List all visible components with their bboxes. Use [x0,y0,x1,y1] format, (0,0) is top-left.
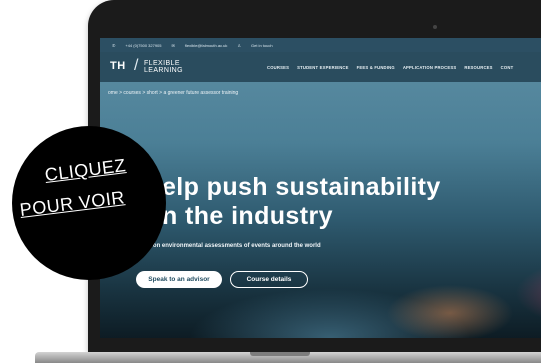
user-icon: ♙ [237,42,241,48]
nav-item-resources[interactable]: RESOURCES [464,65,492,70]
hero-headline-line-1: elp push sustainability [162,173,441,201]
laptop-notch [250,352,310,356]
nav-menu: COURSES STUDENT EXPERIENCE FEES & FUNDIN… [267,65,513,70]
logo-line-1: FLEXIBLE [144,60,180,67]
course-details-button[interactable]: Course details [230,271,308,288]
breadcrumb[interactable]: ome > courses > short > a greener future… [108,90,238,96]
hero-headline-line-2: n the industry [162,202,333,230]
logo-wordmark[interactable]: TH [110,60,126,72]
mail-icon: ✉ [171,42,175,48]
contact-bar: ✆ +44 (0)7500 327905 ✉ flexible@falmouth… [100,38,541,52]
nav-item-application-process[interactable]: APPLICATION PROCESS [403,65,457,70]
camera-icon [433,25,437,29]
logo-line-2: LEARNING [144,67,183,74]
logo-flexible-learning[interactable]: FLEXIBLE LEARNING [144,60,183,74]
speak-to-advisor-button[interactable]: Speak to an advisor [136,271,222,288]
nav-item-contact[interactable]: CONT [501,65,514,70]
nav-item-student-experience[interactable]: STUDENT EXPERIENCE [297,65,349,70]
hero-subtitle: Take on environmental assessments of eve… [138,243,321,249]
logo-slash: / [134,57,139,74]
phone-icon: ✆ [112,42,116,48]
nav-item-courses[interactable]: COURSES [267,65,289,70]
get-in-touch-link[interactable]: Get in touch [251,43,273,48]
phone-number[interactable]: +44 (0)7500 327905 [125,43,161,48]
hero-headline: elp push sustainability n the industry [162,173,441,231]
main-navigation: TH / FLEXIBLE LEARNING COURSES STUDENT E… [100,52,541,82]
email-link[interactable]: flexible@falmouth.ac.uk [185,43,228,48]
nav-item-fees-funding[interactable]: FEES & FUNDING [357,65,395,70]
laptop-screen: ✆ +44 (0)7500 327905 ✉ flexible@falmouth… [100,38,541,338]
